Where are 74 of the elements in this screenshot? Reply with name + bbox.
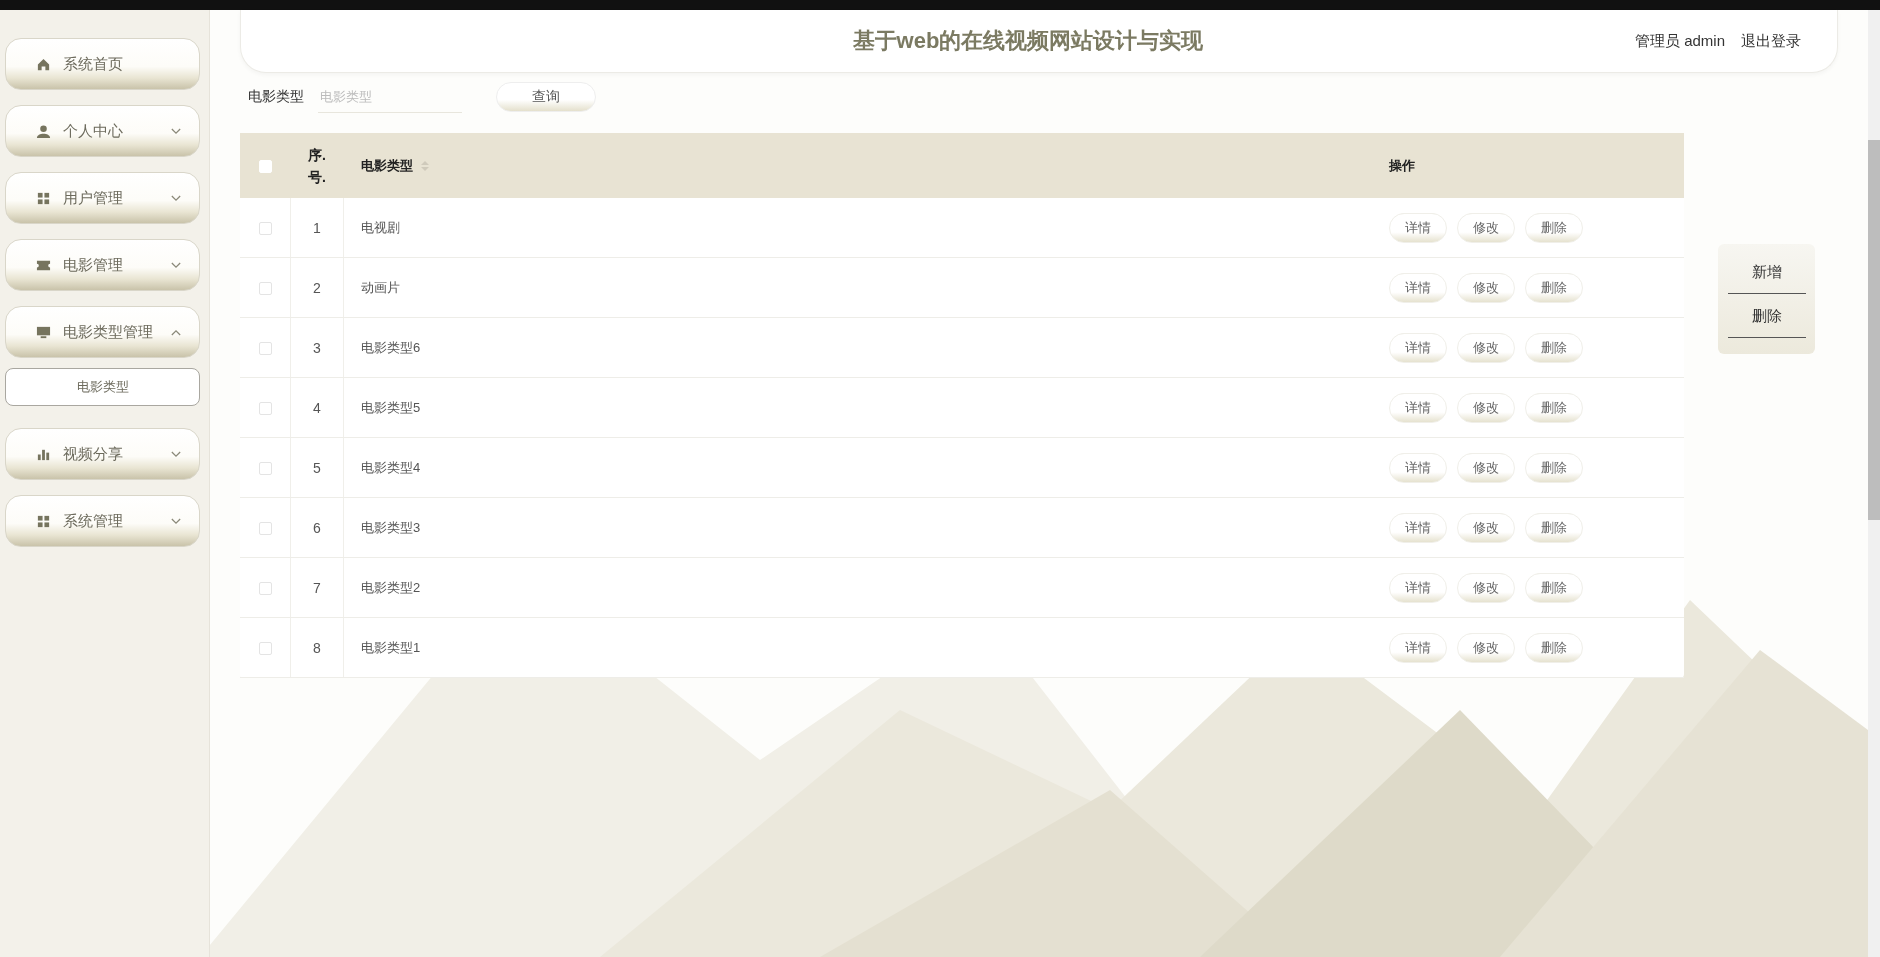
column-header[interactable]: 电影类型	[360, 157, 413, 173]
table-cell: 8	[313, 639, 321, 656]
details-button[interactable]: 详情	[1389, 572, 1447, 603]
search-label: 电影类型	[248, 88, 304, 106]
table-cell: 动画片	[361, 279, 400, 295]
sidebar-item[interactable]: 电影类型管理	[5, 306, 200, 358]
table-cell: 1	[313, 219, 321, 236]
table-cell: 2	[313, 279, 321, 296]
sidebar-item[interactable]: 系统首页	[5, 38, 200, 90]
sidebar-item[interactable]: 个人中心	[5, 105, 200, 157]
column-header: 序.号.	[307, 145, 327, 187]
table-cell: 电影类型4	[361, 459, 421, 475]
table-cell: 7	[313, 579, 321, 596]
details-button[interactable]: 详情	[1389, 272, 1447, 303]
monitor-icon	[36, 324, 51, 340]
table-cell: 5	[313, 459, 321, 476]
table-cell: 电影类型5	[361, 399, 421, 415]
scrollbar[interactable]	[1868, 10, 1880, 957]
checkbox[interactable]	[258, 642, 272, 656]
checkbox[interactable]	[258, 522, 272, 536]
sort-icon[interactable]	[420, 161, 429, 172]
add-button[interactable]: 新增	[1727, 252, 1806, 294]
submenu-item[interactable]: 电影类型	[5, 368, 200, 406]
user-icon	[36, 123, 51, 139]
delete-button[interactable]: 删除	[1525, 452, 1583, 483]
edit-button[interactable]: 修改	[1457, 512, 1515, 543]
table-cell: 电视剧	[361, 219, 400, 235]
details-button[interactable]: 详情	[1389, 332, 1447, 363]
checkbox[interactable]	[258, 402, 272, 416]
sidebar-item[interactable]: 系统管理	[5, 495, 200, 547]
delete-button[interactable]: 删除	[1525, 512, 1583, 543]
edit-button[interactable]: 修改	[1457, 212, 1515, 243]
details-button[interactable]: 详情	[1389, 392, 1447, 423]
checkbox[interactable]	[258, 342, 272, 356]
table-cell: 6	[313, 519, 321, 536]
grid-icon	[36, 190, 51, 206]
edit-button[interactable]: 修改	[1457, 632, 1515, 663]
edit-button[interactable]: 修改	[1457, 272, 1515, 303]
checkbox[interactable]	[258, 222, 272, 236]
home-icon	[36, 56, 51, 72]
table-cell: 3	[313, 339, 321, 356]
edit-button[interactable]: 修改	[1457, 392, 1515, 423]
search-field[interactable]: 电影类型	[318, 81, 462, 113]
checkbox[interactable]	[258, 282, 272, 296]
site-title: 基于web的在线视频网站设计与实现	[851, 27, 1205, 55]
grid-icon	[36, 513, 51, 529]
edit-button[interactable]: 修改	[1457, 332, 1515, 363]
delete-button[interactable]: 删除	[1525, 212, 1583, 243]
delete-button[interactable]: 删除	[1525, 572, 1583, 603]
delete-button[interactable]: 删除	[1525, 272, 1583, 303]
table-cell: 电影类型2	[361, 579, 421, 595]
edit-button[interactable]: 修改	[1457, 452, 1515, 483]
sidebar-item[interactable]: 视频分享	[5, 428, 200, 480]
sidebar-item[interactable]: 用户管理	[5, 172, 200, 224]
table-cell: 4	[313, 399, 321, 416]
delete-button[interactable]: 删除	[1525, 332, 1583, 363]
column-header: 操作	[1389, 157, 1415, 173]
details-button[interactable]: 详情	[1389, 212, 1447, 243]
checkbox[interactable]	[258, 582, 272, 596]
search-button[interactable]: 查询	[496, 82, 596, 112]
edit-button[interactable]: 修改	[1457, 572, 1515, 603]
user-label: 管理员 admin	[1634, 31, 1725, 51]
delete-button[interactable]: 删除	[1525, 392, 1583, 423]
table-cell: 电影类型1	[361, 639, 421, 655]
details-button[interactable]: 详情	[1389, 512, 1447, 543]
delete-button[interactable]: 删除	[1727, 296, 1806, 338]
table-cell: 电影类型3	[361, 519, 421, 535]
delete-button[interactable]: 删除	[1525, 632, 1583, 663]
checkbox[interactable]	[258, 462, 272, 476]
details-button[interactable]: 详情	[1389, 452, 1447, 483]
table-cell: 电影类型6	[361, 339, 421, 355]
logout-link[interactable]: 退出登录	[1735, 30, 1807, 52]
sidebar-item[interactable]: 电影管理	[5, 239, 200, 291]
details-button[interactable]: 详情	[1389, 632, 1447, 663]
